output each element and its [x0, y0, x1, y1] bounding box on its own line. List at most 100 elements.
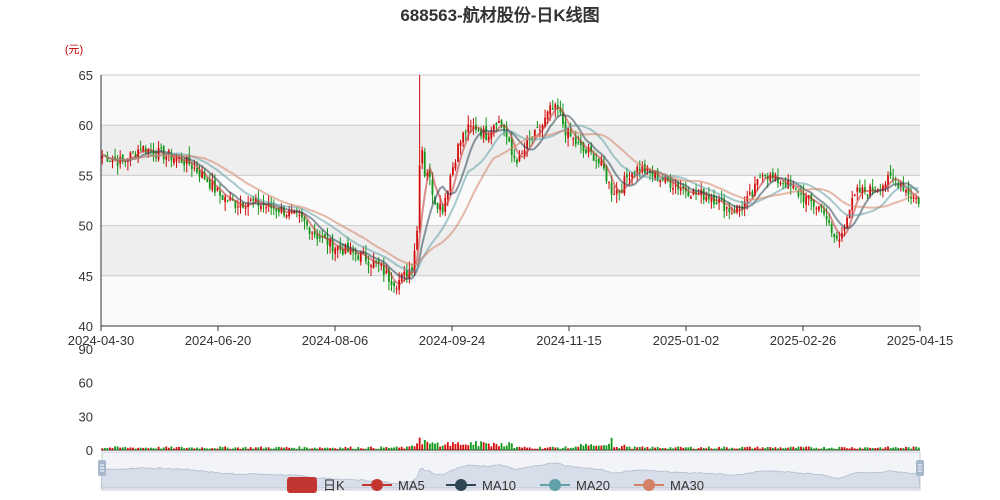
volume-bar — [649, 448, 651, 450]
volume-bar — [874, 448, 877, 450]
volume-bar — [651, 446, 654, 450]
volume-bar — [702, 447, 705, 450]
volume-bar — [280, 447, 283, 450]
candle-body — [498, 120, 500, 123]
candle-body — [508, 137, 511, 142]
volume-bars — [101, 437, 920, 450]
volume-bar — [533, 448, 536, 450]
volume-bar — [812, 448, 815, 450]
volume-bar — [183, 448, 186, 450]
candle-body — [457, 144, 459, 162]
volume-bar — [219, 446, 221, 450]
volume-bar — [894, 447, 897, 450]
candle-body — [889, 172, 892, 176]
volume-bar — [452, 442, 454, 450]
candle-body — [196, 168, 198, 173]
candle-body — [730, 213, 733, 215]
candle-body — [441, 206, 444, 213]
volume-bar — [700, 447, 703, 450]
volume-bar — [679, 446, 682, 450]
volume-bar — [782, 448, 784, 450]
candle-body — [800, 193, 802, 195]
volume-bar — [656, 446, 659, 450]
volume-bar — [771, 447, 774, 450]
candle-body — [838, 239, 841, 242]
slider-handle-right[interactable] — [916, 460, 924, 476]
price-unit-label: (元) — [65, 44, 83, 56]
volume-bar — [797, 446, 800, 450]
legend-icon-daily-k — [287, 477, 317, 493]
volume-bar — [198, 448, 201, 450]
volume-bar — [710, 448, 713, 450]
candle-body — [487, 136, 490, 141]
candle-body — [782, 183, 784, 185]
volume-bar — [444, 444, 447, 450]
volume-bar — [841, 447, 843, 450]
candle-body — [513, 155, 516, 158]
volume-bar — [178, 446, 180, 450]
candle-body — [597, 158, 600, 164]
volume-bar — [441, 445, 444, 450]
candle-body — [431, 179, 434, 195]
volume-bar — [802, 447, 805, 450]
volume-bar — [707, 446, 710, 450]
volume-bar — [730, 447, 733, 450]
volume-bar — [372, 448, 375, 450]
volume-bar — [308, 448, 311, 450]
candle-body — [628, 178, 631, 180]
volume-bar — [523, 446, 526, 450]
volume-bar — [789, 446, 792, 450]
candle-body — [690, 196, 692, 199]
volume-bar — [165, 446, 168, 450]
volume-bar — [613, 447, 616, 450]
volume-bar — [610, 437, 613, 450]
candle-body — [866, 194, 869, 196]
volume-bar — [805, 446, 808, 450]
volume-bar — [800, 446, 802, 450]
volume-bar — [917, 447, 920, 450]
candle-body — [672, 187, 674, 190]
volume-bar — [820, 448, 823, 450]
volume-bar — [111, 448, 114, 450]
candle-body — [715, 202, 718, 205]
candle-body — [190, 165, 193, 169]
candle-body — [219, 190, 221, 196]
volume-bar — [303, 446, 306, 450]
candle-body — [436, 202, 439, 209]
volume-bar — [531, 448, 534, 450]
volume-bar — [871, 448, 874, 450]
volume-bar — [756, 446, 759, 450]
volume-bar — [718, 446, 720, 450]
candle-body — [403, 271, 406, 276]
volume-bar — [147, 448, 150, 450]
y-tick-label: 40 — [79, 319, 93, 334]
x-tick-label: 2024-04-30 — [68, 333, 135, 348]
volume-bar — [347, 448, 349, 450]
grid-band — [101, 225, 920, 276]
candle-body — [805, 196, 808, 205]
volume-bar — [641, 446, 644, 450]
volume-bar — [150, 447, 152, 450]
volume-bar — [352, 448, 354, 450]
volume-bar — [503, 446, 505, 450]
grid-band — [101, 75, 920, 126]
volume-bar — [341, 448, 344, 450]
volume-bar — [697, 448, 700, 450]
volume-bar — [385, 446, 388, 450]
volume-bar — [416, 443, 418, 450]
candle-body — [748, 192, 751, 195]
volume-bar — [316, 448, 319, 450]
volume-bar — [554, 447, 557, 450]
candle-body — [636, 166, 639, 173]
slider-handle-left[interactable] — [98, 460, 106, 476]
candle-body — [160, 147, 163, 149]
candle-body — [779, 182, 782, 184]
volume-bar — [454, 444, 457, 450]
volume-bar — [549, 447, 552, 450]
volume-bar — [206, 448, 209, 450]
volume-bar — [380, 446, 383, 450]
volume-bar — [134, 448, 137, 450]
legend-item-daily-k[interactable]: 日K — [287, 477, 345, 493]
volume-bar — [754, 447, 756, 450]
volume-bar — [121, 447, 124, 450]
